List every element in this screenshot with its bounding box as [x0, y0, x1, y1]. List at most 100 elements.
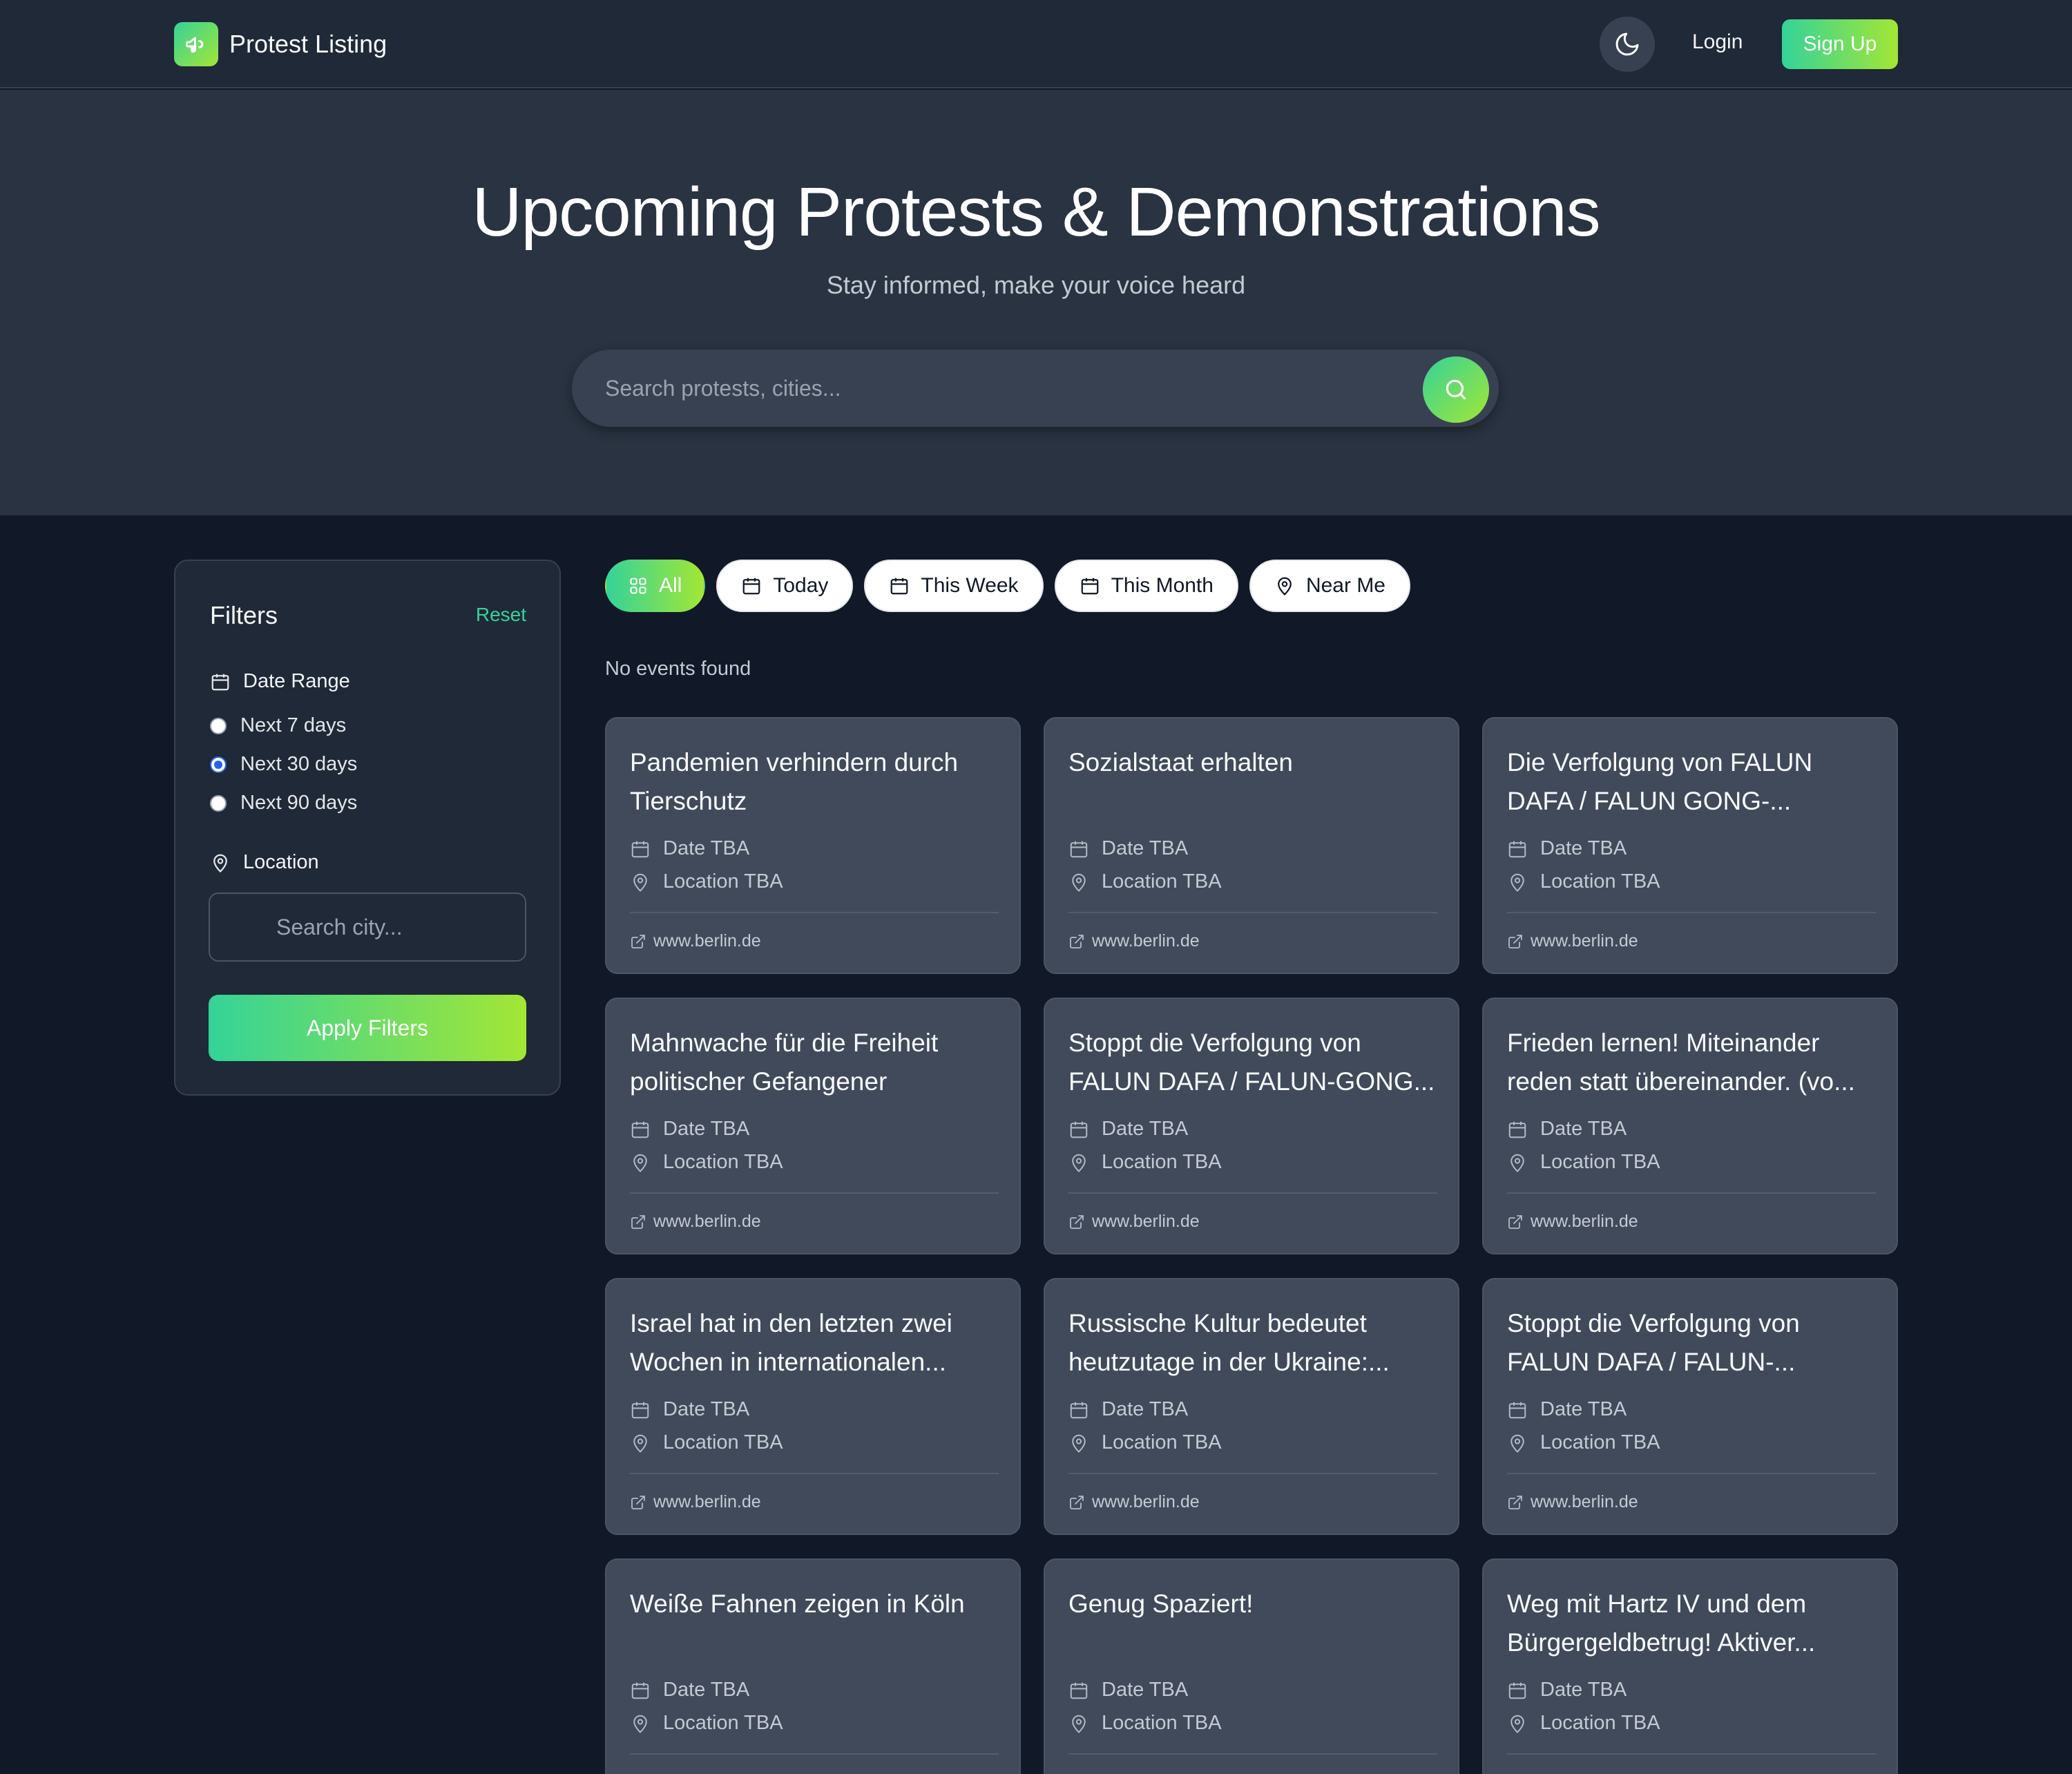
radio-button-selected[interactable] — [210, 756, 227, 773]
theme-toggle-button[interactable] — [1600, 17, 1655, 72]
city-search-input[interactable] — [209, 893, 526, 962]
event-title: Stoppt die Verfolgung von FALUN DAFA / F… — [1507, 1309, 1800, 1376]
event-title: Sozialstaat erhalten — [1068, 748, 1293, 776]
quick-filter-chips: All Today This Week This Month Near Me — [605, 560, 1421, 612]
event-title: Die Verfolgung von FALUN DAFA / FALUN GO… — [1507, 748, 1813, 815]
event-source-text: www.berlin.de — [653, 1212, 761, 1231]
date-option-7-days[interactable]: Next 7 days — [210, 714, 346, 737]
event-card[interactable]: Sozialstaat erhalten Date TBA Location T… — [1044, 717, 1459, 974]
chip-today[interactable]: Today — [716, 560, 854, 612]
reset-filters-link[interactable]: Reset — [476, 604, 526, 626]
event-source-link[interactable]: www.berlin.de — [1068, 1212, 1200, 1232]
external-link-icon — [1508, 934, 1522, 948]
map-pin-icon — [633, 1154, 647, 1172]
date-option-90-days[interactable]: Next 90 days — [210, 792, 357, 814]
event-location: Location TBA — [1068, 870, 1222, 893]
event-date: Date TBA — [1507, 837, 1627, 860]
event-location-text: Location TBA — [1540, 1431, 1660, 1453]
event-location: Location TBA — [1068, 1151, 1222, 1174]
event-card[interactable]: Israel hat in den letzten zwei Wochen in… — [605, 1278, 1021, 1535]
event-source-text: www.berlin.de — [1092, 1212, 1200, 1231]
event-location-text: Location TBA — [663, 1712, 783, 1734]
results-status: No events found — [605, 658, 751, 680]
login-link[interactable]: Login — [1692, 30, 1743, 54]
event-card[interactable]: Genug Spaziert! Date TBA Location TBA ww… — [1044, 1558, 1459, 1774]
event-card[interactable]: Mahnwache für die Freiheit politischer G… — [605, 998, 1021, 1255]
page-title: Upcoming Protests & Demonstrations — [472, 173, 1600, 251]
calendar-icon — [631, 841, 649, 857]
date-range-heading: Date Range — [210, 670, 350, 693]
event-card[interactable]: Stoppt die Verfolgung von FALUN DAFA / F… — [1044, 998, 1459, 1255]
date-option-label: Next 7 days — [240, 714, 347, 736]
calendar-icon — [631, 1402, 649, 1418]
event-date: Date TBA — [1068, 1118, 1188, 1141]
map-pin-icon — [1072, 1715, 1086, 1733]
map-pin-icon — [1510, 1434, 1524, 1453]
event-source-link[interactable]: www.berlin.de — [1507, 1212, 1638, 1232]
map-pin-icon — [1072, 1434, 1086, 1453]
event-grid: Pandemien verhindern durch Tierschutz Da… — [605, 717, 1898, 1774]
event-title: Genug Spaziert! — [1068, 1590, 1254, 1618]
event-date-text: Date TBA — [663, 1398, 750, 1420]
event-card[interactable]: Russische Kultur bedeutet heutzutage in … — [1044, 1278, 1459, 1535]
chip-this-month[interactable]: This Month — [1054, 560, 1238, 612]
event-location: Location TBA — [1068, 1431, 1222, 1454]
date-option-30-days[interactable]: Next 30 days — [210, 753, 357, 776]
event-card[interactable]: Pandemien verhindern durch Tierschutz Da… — [605, 717, 1021, 974]
event-source-link[interactable]: www.berlin.de — [1068, 931, 1200, 951]
event-title: Pandemien verhindern durch Tierschutz — [630, 748, 959, 815]
event-date-text: Date TBA — [1540, 1118, 1627, 1140]
brand[interactable]: Protest Listing — [174, 22, 387, 66]
radio-button[interactable] — [210, 794, 227, 812]
external-link-icon — [1508, 1214, 1522, 1229]
event-source-link[interactable]: www.berlin.de — [1507, 1492, 1638, 1512]
radio-button[interactable] — [210, 717, 227, 734]
event-source-link[interactable]: www.berlin.de — [630, 1492, 761, 1512]
event-card[interactable]: Die Verfolgung von FALUN DAFA / FALUN GO… — [1482, 717, 1898, 974]
event-date: Date TBA — [1068, 837, 1188, 860]
search-button[interactable] — [1423, 356, 1489, 423]
event-source-link[interactable]: www.berlin.de — [1507, 931, 1638, 951]
event-date-text: Date TBA — [1540, 1679, 1627, 1701]
event-source-link[interactable]: www.berlin.de — [630, 931, 761, 951]
card-divider — [1068, 1473, 1437, 1474]
event-title: Weg mit Hartz IV und dem Bürgergeldbetru… — [1507, 1590, 1816, 1657]
chip-all[interactable]: All — [605, 560, 706, 612]
event-date-text: Date TBA — [663, 1118, 750, 1140]
card-divider — [1068, 912, 1437, 913]
event-title: Weiße Fahnen zeigen in Köln — [630, 1590, 965, 1618]
chip-near-me[interactable]: Near Me — [1249, 560, 1410, 612]
hero-section: Upcoming Protests & Demonstrations Stay … — [0, 90, 2072, 515]
event-location: Location TBA — [630, 1151, 783, 1174]
filters-panel: Filters Reset Date Range Next 7 days Nex… — [174, 560, 561, 1096]
signup-button[interactable]: Sign Up — [1782, 19, 1898, 69]
event-date: Date TBA — [1068, 1679, 1188, 1701]
map-pin-icon — [1510, 1715, 1524, 1733]
event-source-text: www.berlin.de — [653, 931, 761, 951]
map-pin-icon — [213, 854, 227, 872]
apply-filters-button[interactable]: Apply Filters — [209, 995, 526, 1061]
card-divider — [630, 1753, 999, 1755]
top-navbar: Protest Listing Login Sign Up — [0, 0, 2072, 88]
event-card[interactable]: Stoppt die Verfolgung von FALUN DAFA / F… — [1482, 1278, 1898, 1535]
calendar-icon — [1070, 1402, 1088, 1418]
megaphone-icon — [174, 22, 218, 66]
event-card[interactable]: Weiße Fahnen zeigen in Köln Date TBA Loc… — [605, 1558, 1021, 1774]
event-card[interactable]: Frieden lernen! Miteinander reden statt … — [1482, 998, 1898, 1255]
map-pin-icon — [633, 873, 647, 892]
chip-label: This Week — [921, 574, 1019, 597]
event-source-link[interactable]: www.berlin.de — [1068, 1492, 1200, 1512]
external-link-icon — [631, 1214, 645, 1229]
event-source-text: www.berlin.de — [1531, 1212, 1638, 1231]
event-card[interactable]: Weg mit Hartz IV und dem Bürgergeldbetru… — [1482, 1558, 1898, 1774]
chip-label: Near Me — [1305, 574, 1385, 597]
event-source-link[interactable]: www.berlin.de — [630, 1212, 761, 1232]
event-location-text: Location TBA — [1102, 1712, 1222, 1734]
card-divider — [1507, 912, 1876, 913]
map-pin-icon — [1278, 577, 1292, 596]
event-location-text: Location TBA — [1102, 1151, 1222, 1173]
search-input[interactable] — [605, 350, 1399, 427]
map-pin-icon — [1510, 1154, 1524, 1172]
chip-this-week[interactable]: This Week — [864, 560, 1044, 612]
calendar-icon — [1508, 1682, 1526, 1699]
